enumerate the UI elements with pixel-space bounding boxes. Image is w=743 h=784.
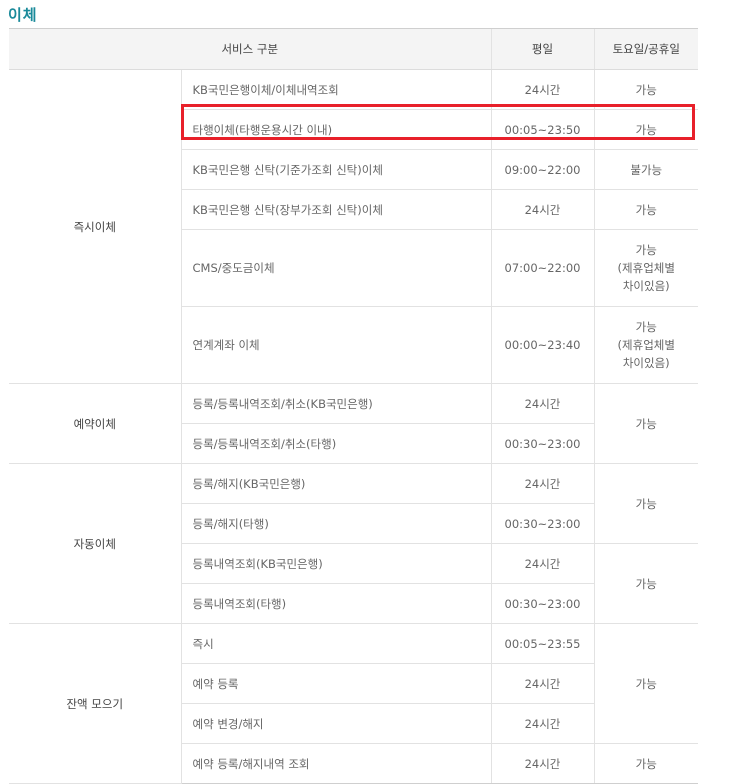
table-row: 자동이체 등록/해지(KB국민은행) 24시간 가능	[9, 463, 698, 624]
weekend-line: 차이있음)	[622, 356, 670, 370]
weekend-availability: 가능	[593, 623, 698, 744]
weekday-hours: 24시간	[490, 743, 594, 784]
service-item: 등록/해지(KB국민은행)	[180, 463, 491, 504]
service-item: KB국민은행 신탁(기준가조회 신탁)이체	[180, 149, 491, 190]
weekday-hours: 00:30~23:00	[490, 503, 594, 544]
service-item: 즉시	[180, 623, 491, 664]
weekday-hours: 24시간	[490, 543, 594, 584]
table-row: 즉시이체 KB국민은행이체/이체내역조회 24시간 가능	[9, 69, 698, 384]
transfer-service-table: 서비스 구분 평일 토요일/공휴일 즉시이체 KB국민은행이체/이체내역조회 2…	[9, 28, 698, 784]
service-item: 등록/등록내역조회/취소(KB국민은행)	[180, 383, 491, 424]
weekend-availability: 가능 (제휴업체별 차이있음)	[593, 229, 698, 307]
category-balance-collect: 잔액 모으기	[9, 623, 181, 784]
weekday-hours: 24시간	[490, 463, 594, 504]
table-row: 예약이체 등록/등록내역조회/취소(KB국민은행) 24시간 가능	[9, 383, 698, 464]
weekend-availability: 불가능	[593, 149, 698, 190]
page-title: 이체	[8, 6, 38, 24]
weekend-line: 차이있음)	[622, 279, 670, 293]
weekday-hours: 09:00~22:00	[490, 149, 594, 190]
service-item: 등록내역조회(타행)	[180, 583, 491, 624]
weekend-line: (제휴업체별	[617, 338, 675, 352]
service-item: 등록내역조회(KB국민은행)	[180, 543, 491, 584]
weekday-hours: 24시간	[490, 703, 594, 744]
weekday-hours: 07:00~22:00	[490, 229, 594, 307]
service-item: KB국민은행이체/이체내역조회	[180, 69, 491, 110]
weekend-line: 가능	[635, 243, 657, 257]
weekend-availability: 가능 (제휴업체별 차이있음)	[593, 306, 698, 384]
weekday-hours: 24시간	[490, 663, 594, 704]
weekend-availability: 가능	[593, 463, 698, 544]
weekday-hours: 24시간	[490, 69, 594, 110]
weekday-hours: 00:30~23:00	[490, 583, 594, 624]
weekend-availability: 가능	[593, 543, 698, 624]
weekday-hours: 24시간	[490, 189, 594, 230]
category-reserved-transfer: 예약이체	[9, 383, 181, 464]
service-item: 예약 등록	[180, 663, 491, 704]
weekday-hours: 00:00~23:40	[490, 306, 594, 384]
table-header-row: 서비스 구분 평일 토요일/공휴일	[9, 28, 698, 70]
service-item: KB국민은행 신탁(장부가조회 신탁)이체	[180, 189, 491, 230]
service-item: 연계계좌 이체	[180, 306, 491, 384]
weekend-line: 가능	[635, 320, 657, 334]
service-item: 등록/등록내역조회/취소(타행)	[180, 423, 491, 464]
weekday-hours: 00:05~23:55	[490, 623, 594, 664]
service-item: 타행이체(타행운용시간 이내)	[180, 109, 491, 150]
category-instant-transfer: 즉시이체	[9, 69, 181, 384]
weekday-hours: 24시간	[490, 383, 594, 424]
weekend-availability: 가능	[593, 743, 698, 784]
service-item: 예약 등록/해지내역 조회	[180, 743, 491, 784]
table-row: 잔액 모으기 즉시 00:05~23:55 가능	[9, 623, 698, 784]
header-weekend: 토요일/공휴일	[593, 28, 698, 70]
service-item: CMS/중도금이체	[180, 229, 491, 307]
weekend-line: (제휴업체별	[617, 261, 675, 275]
header-weekday: 평일	[490, 28, 594, 70]
weekend-availability: 가능	[593, 109, 698, 150]
weekend-availability: 가능	[593, 383, 698, 464]
weekday-hours: 00:05~23:50	[490, 109, 594, 150]
header-service: 서비스 구분	[9, 28, 491, 70]
weekend-availability: 가능	[593, 189, 698, 230]
service-item: 예약 변경/해지	[180, 703, 491, 744]
weekend-availability: 가능	[593, 69, 698, 110]
weekday-hours: 00:30~23:00	[490, 423, 594, 464]
service-item: 등록/해지(타행)	[180, 503, 491, 544]
category-auto-transfer: 자동이체	[9, 463, 181, 624]
